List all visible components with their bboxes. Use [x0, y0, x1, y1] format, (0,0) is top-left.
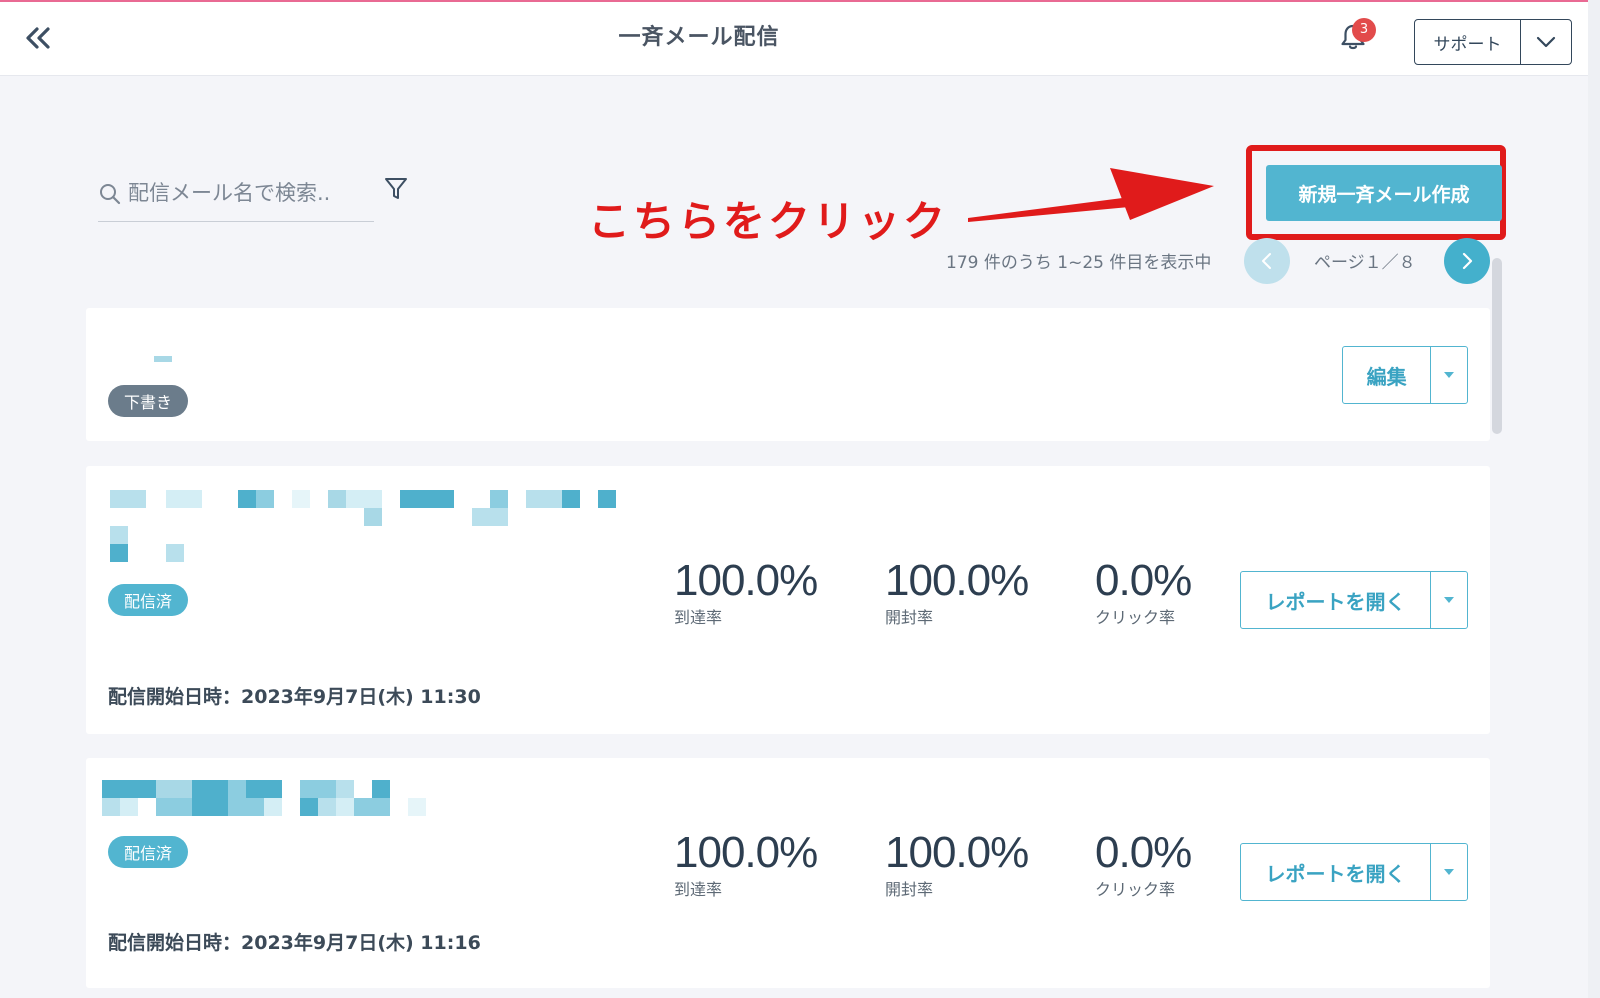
caret-down-icon [1444, 372, 1455, 378]
stat-value: 100.0% [885, 556, 1029, 605]
edit-button-group: 編集 [1342, 346, 1468, 404]
email-card-draft: 下書き 編集 [86, 308, 1490, 441]
click-rate: 0.0% クリック率 [1095, 556, 1192, 628]
support-button[interactable]: サポート [1415, 20, 1521, 64]
chevron-right-icon [1462, 252, 1473, 270]
report-button-group: レポートを開く [1240, 843, 1468, 901]
edit-options-button[interactable] [1431, 347, 1467, 403]
stat-value: 100.0% [885, 828, 1029, 877]
stat-label: クリック率 [1095, 880, 1176, 899]
stat-label: 到達率 [674, 608, 723, 627]
search-box [98, 172, 374, 222]
status-badge: 配信済 [108, 836, 189, 868]
stat-label: 開封率 [885, 608, 934, 627]
annotation-arrow-icon [968, 168, 1214, 222]
page-scrollbar[interactable] [1588, 0, 1600, 998]
annotation-text: こちらをクリック [588, 197, 949, 246]
next-page-button[interactable] [1444, 238, 1490, 284]
filter-icon[interactable] [384, 176, 408, 202]
sent-datetime: 配信開始日時：2023年9月7日(木) 11:16 [108, 932, 481, 954]
caret-down-icon [1444, 597, 1454, 603]
status-badge: 下書き [108, 385, 189, 417]
search-input[interactable] [128, 178, 368, 208]
open-report-button[interactable]: レポートを開く [1241, 572, 1431, 628]
page-indicator: ページ１／８ [1314, 253, 1416, 273]
click-rate: 0.0% クリック率 [1095, 828, 1192, 900]
sent-datetime: 配信開始日時：2023年9月7日(木) 11:30 [108, 686, 481, 708]
notification-badge: 3 [1352, 18, 1376, 42]
stat-label: 到達率 [674, 880, 723, 899]
app-header: 一斉メール配信 3 サポート [0, 2, 1588, 76]
edit-button[interactable]: 編集 [1343, 347, 1432, 403]
report-options-button[interactable] [1431, 572, 1467, 628]
support-dropdown[interactable]: サポート [1414, 19, 1572, 65]
open-rate: 100.0% 開封率 [885, 828, 1029, 900]
stat-value: 0.0% [1095, 828, 1192, 877]
support-caret-button[interactable] [1521, 20, 1571, 64]
stat-label: 開封率 [885, 880, 934, 899]
stat-value: 100.0% [674, 828, 818, 877]
open-report-button[interactable]: レポートを開く [1241, 844, 1431, 900]
stat-label: クリック率 [1095, 608, 1176, 627]
chevron-left-icon [1262, 253, 1271, 269]
previous-page-button[interactable] [1244, 238, 1290, 284]
email-card: 配信済 100.0% 到達率 100.0% 開封率 0.0% クリック率 レポー… [86, 466, 1490, 734]
chevron-down-icon [1536, 36, 1556, 48]
email-card: 配信済 100.0% 到達率 100.0% 開封率 0.0% クリック率 レポー… [86, 758, 1490, 988]
create-bulk-email-button[interactable]: 新規一斉メール作成 [1266, 165, 1502, 221]
caret-down-icon [1444, 869, 1454, 875]
stat-value: 0.0% [1095, 556, 1192, 605]
open-rate: 100.0% 開封率 [885, 556, 1029, 628]
pagination-summary: 179 件のうち 1~25 件目を表示中 [946, 253, 1212, 273]
delivery-rate: 100.0% 到達率 [674, 556, 818, 628]
list-scrollbar-thumb[interactable] [1492, 258, 1502, 434]
delivery-rate: 100.0% 到達率 [674, 828, 818, 900]
search-icon [100, 184, 121, 205]
status-badge: 配信済 [108, 584, 189, 616]
report-button-group: レポートを開く [1240, 571, 1468, 629]
report-options-button[interactable] [1431, 844, 1467, 900]
stat-value: 100.0% [674, 556, 818, 605]
